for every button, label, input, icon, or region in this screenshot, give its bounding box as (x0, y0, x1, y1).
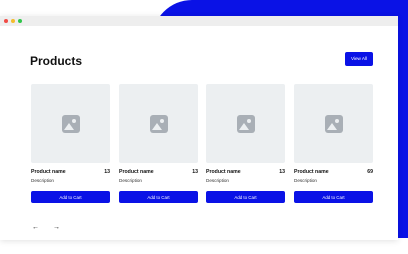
image-placeholder-icon (149, 114, 168, 133)
close-window-dot[interactable] (4, 19, 8, 23)
add-to-cart-button[interactable]: Add to Cart (206, 191, 285, 203)
image-placeholder-icon (236, 114, 255, 133)
product-card[interactable]: Product name 13 Description Add to Cart (119, 84, 198, 203)
product-price: 13 (104, 169, 110, 175)
product-name-row: Product name 69 (294, 169, 373, 177)
window-titlebar (0, 16, 398, 26)
arrow-right-icon[interactable]: → (53, 224, 60, 232)
product-card[interactable]: Product name 69 Description Add to Cart (294, 84, 373, 203)
product-price: 13 (279, 169, 285, 175)
image-placeholder-icon (61, 114, 80, 133)
carousel-pagination: ← → (32, 224, 60, 232)
product-description: Description (119, 178, 142, 183)
scene: Products View All Product name 13 Descri… (0, 0, 408, 254)
product-name: Product name (206, 169, 241, 175)
product-description: Description (206, 178, 229, 183)
product-image (294, 84, 373, 163)
product-description: Description (294, 178, 317, 183)
product-name-row: Product name 13 (206, 169, 285, 177)
view-all-button[interactable]: View All (345, 52, 373, 66)
add-to-cart-button[interactable]: Add to Cart (119, 191, 198, 203)
product-price: 69 (367, 169, 373, 175)
products-header: Products View All (30, 52, 373, 68)
product-name-row: Product name 13 (119, 169, 198, 177)
product-price: 13 (192, 169, 198, 175)
image-placeholder-icon (324, 114, 343, 133)
product-name-row: Product name 13 (31, 169, 110, 177)
product-name: Product name (294, 169, 329, 175)
add-to-cart-button[interactable]: Add to Cart (294, 191, 373, 203)
product-image (206, 84, 285, 163)
page-title: Products (30, 54, 83, 68)
product-name: Product name (31, 169, 66, 175)
minimize-window-dot[interactable] (11, 19, 15, 23)
product-card[interactable]: Product name 13 Description Add to Cart (31, 84, 110, 203)
maximize-window-dot[interactable] (18, 19, 22, 23)
product-card[interactable]: Product name 13 Description Add to Cart (206, 84, 285, 203)
product-image (119, 84, 198, 163)
product-description: Description (31, 178, 54, 183)
arrow-left-icon[interactable]: ← (32, 224, 39, 232)
product-name: Product name (119, 169, 154, 175)
add-to-cart-button[interactable]: Add to Cart (31, 191, 110, 203)
product-image (31, 84, 110, 163)
